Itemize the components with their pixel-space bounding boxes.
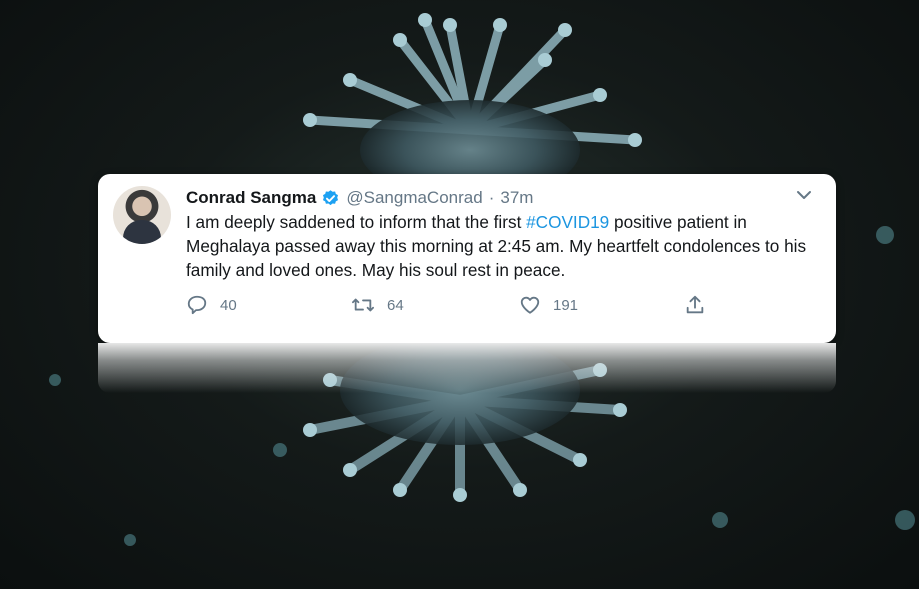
retweet-count: 64	[387, 296, 404, 314]
avatar[interactable]	[113, 186, 171, 244]
reply-button[interactable]: 40	[186, 294, 237, 316]
retweet-button[interactable]: 64	[351, 294, 404, 316]
reply-icon	[187, 295, 207, 315]
tweet-text: I am deeply saddened to inform that the …	[186, 210, 816, 282]
chevron-down-icon[interactable]	[796, 188, 812, 202]
tweet-time[interactable]: 37m	[500, 188, 533, 208]
author-handle[interactable]: @SangmaConrad	[346, 188, 482, 208]
tweet-card[interactable]: Conrad Sangma @SangmaConrad · 37m I am d…	[98, 174, 836, 343]
tweet-actions: 40 64 191	[186, 294, 726, 318]
author-name[interactable]: Conrad Sangma	[186, 188, 316, 208]
verified-badge-icon	[323, 189, 339, 205]
retweet-icon	[351, 298, 374, 312]
reply-count: 40	[220, 296, 237, 314]
like-icon	[520, 296, 540, 314]
share-icon	[686, 295, 704, 314]
separator-dot: ·	[488, 188, 495, 207]
hashtag-link[interactable]: #COVID19	[526, 212, 609, 232]
tweet-text-start: I am deeply saddened to inform that the …	[186, 212, 527, 232]
card-reflection	[98, 343, 836, 393]
share-button[interactable]	[684, 294, 706, 316]
like-count: 191	[553, 296, 579, 314]
tweet-header: Conrad Sangma @SangmaConrad · 37m	[186, 186, 533, 210]
like-button[interactable]: 191	[519, 294, 578, 316]
